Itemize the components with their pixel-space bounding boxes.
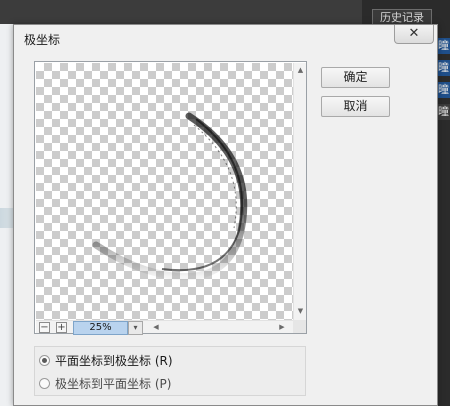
minus-icon: − <box>40 322 49 333</box>
conversion-options-group: 平面坐标到极坐标 (R) 极坐标到平面坐标 (P) <box>34 346 306 396</box>
panel-list-item: 曈 <box>438 104 450 120</box>
option-polar-to-rect[interactable]: 极坐标到平面坐标 (P) <box>39 374 171 392</box>
radio-polar-to-rect[interactable] <box>39 377 50 389</box>
scroll-left-icon[interactable]: ◀ <box>151 321 161 334</box>
preview-frame: ▲ ▼ <box>34 61 307 334</box>
close-button[interactable]: ✕ <box>394 25 434 44</box>
panel-list-item: 曈 <box>438 82 450 98</box>
scroll-up-icon[interactable]: ▲ <box>296 65 305 75</box>
panel-list-item: 曈 <box>438 38 450 54</box>
scroll-down-icon[interactable]: ▼ <box>296 306 305 316</box>
scroll-right-icon[interactable]: ▶ <box>277 321 287 334</box>
dialog-title: 极坐标 <box>24 33 61 47</box>
zoom-level-field[interactable]: 25% <box>73 321 128 335</box>
option-rect-to-polar[interactable]: 平面坐标到极坐标 (R) <box>39 351 173 369</box>
scrollbar-corner <box>293 320 306 333</box>
cancel-button[interactable]: 取消 <box>321 96 390 117</box>
zoom-dropdown-button[interactable]: ▾ <box>128 321 143 335</box>
preview-arc-stroke <box>92 112 248 281</box>
zoom-out-button[interactable]: − <box>39 322 50 333</box>
radio-rect-to-polar[interactable] <box>39 354 50 366</box>
plus-icon: + <box>57 322 66 333</box>
dialog-titlebar[interactable]: 极坐标 ✕ <box>14 25 437 50</box>
polar-coordinates-dialog: 极坐标 ✕ ▲ ▼ − + 25% ▾ ◀ ▶ 确定 取消 平面坐标到极坐标 (… <box>13 24 438 406</box>
zoom-in-button[interactable]: + <box>56 322 67 333</box>
close-icon: ✕ <box>408 26 420 41</box>
option-polar-to-rect-label: 极坐标到平面坐标 (P) <box>55 376 172 391</box>
chevron-down-icon: ▾ <box>133 323 138 332</box>
preview-canvas[interactable] <box>36 63 293 320</box>
ok-button[interactable]: 确定 <box>321 67 390 88</box>
app-document-area <box>0 0 362 24</box>
panel-list-item: 曈 <box>438 60 450 76</box>
preview-vertical-scrollbar[interactable]: ▲ ▼ <box>293 63 306 320</box>
option-rect-to-polar-label: 平面坐标到极坐标 (R) <box>55 353 173 368</box>
